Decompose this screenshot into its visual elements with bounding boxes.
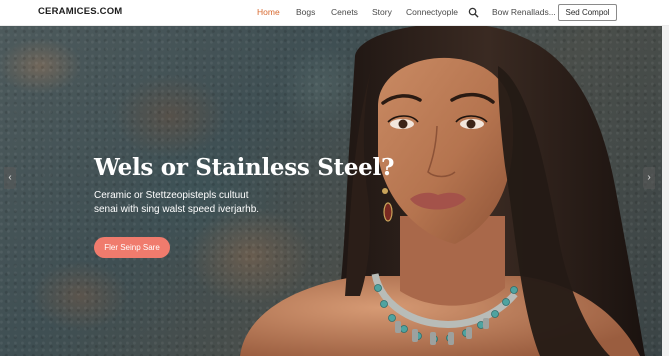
nav-link-bogs[interactable]: Bogs: [296, 5, 315, 19]
main-nav: Home Bogs Cenets Story Connectyople Bow …: [0, 4, 669, 22]
nav-link-cenets[interactable]: Cenets: [331, 5, 358, 19]
search-icon[interactable]: [468, 7, 479, 18]
hero-title: Wels or Stainless Steel?: [94, 154, 395, 181]
chevron-left-icon: ‹: [8, 172, 12, 183]
chevron-right-icon: ›: [647, 172, 651, 183]
nav-link-story[interactable]: Story: [372, 5, 392, 19]
hero-banner: Wels or Stainless Steel? Ceramic or Stet…: [0, 26, 669, 356]
nav-link-home[interactable]: Home: [257, 5, 280, 19]
carousel-prev-button[interactable]: ‹: [4, 167, 16, 189]
header-cta-button[interactable]: Sed Compol: [558, 4, 617, 21]
hero-subtitle: Ceramic or Stettzeopistepls cultuut sena…: [94, 190, 260, 215]
nav-link-bow-renallads[interactable]: Bow Renallads...: [492, 5, 556, 19]
nav-link-connectyople[interactable]: Connectyople: [406, 5, 458, 19]
hero-cta-button[interactable]: Fler Seinp Sare: [94, 237, 170, 258]
page-edge: [662, 26, 669, 356]
carousel-next-button[interactable]: ›: [643, 167, 655, 189]
top-navigation-bar: CERAMICES.COM Home Bogs Cenets Story Con…: [0, 0, 669, 26]
